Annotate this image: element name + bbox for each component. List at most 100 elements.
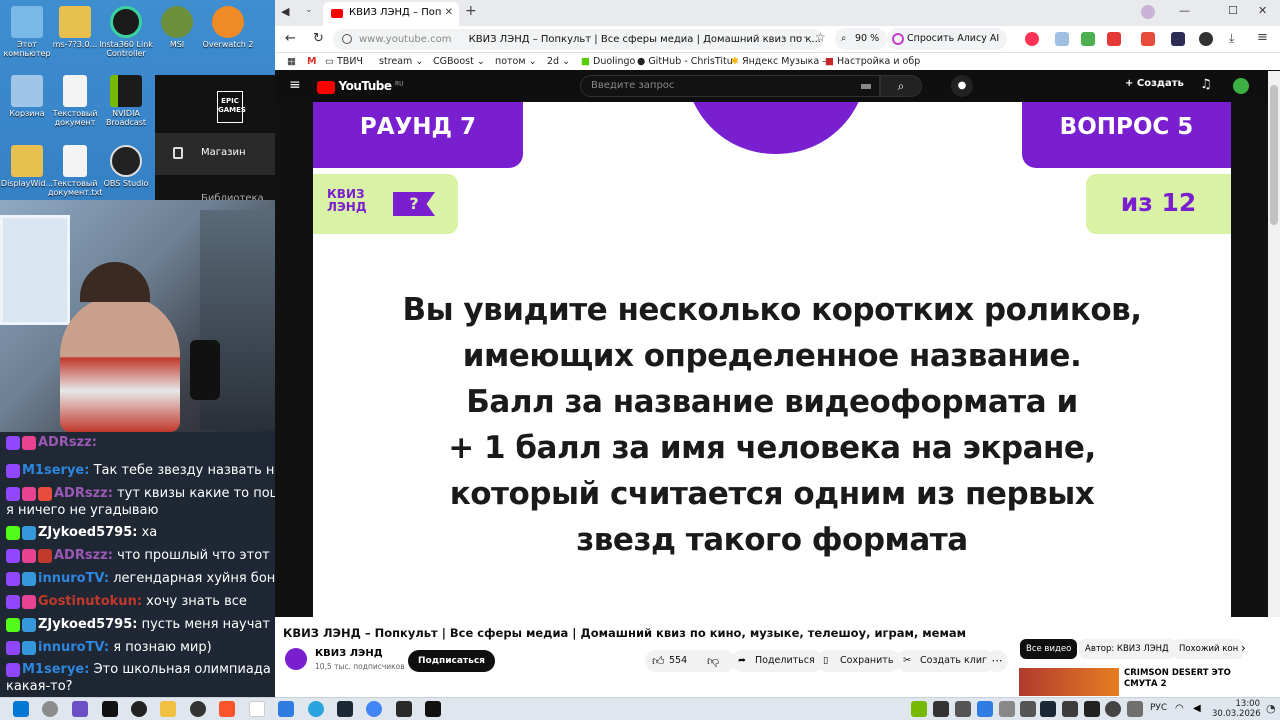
- desktop-icon-insta360[interactable]: Insta360 Link Controller: [99, 6, 153, 58]
- extension-icon[interactable]: [1055, 32, 1069, 46]
- windows-start-icon[interactable]: [13, 701, 29, 717]
- bookmark-item[interactable]: 2d ⌄: [547, 53, 570, 71]
- desktop-icon-text-doc-2[interactable]: Текстовый документ.txt: [48, 145, 102, 197]
- wifi-icon[interactable]: ◠: [1175, 703, 1184, 714]
- search-icon[interactable]: [42, 701, 58, 717]
- brave-icon[interactable]: [219, 701, 235, 717]
- profile-avatar[interactable]: [1141, 5, 1155, 19]
- nvidia-tray-icon[interactable]: [911, 701, 927, 717]
- hamburger-menu-icon[interactable]: ≡: [289, 77, 301, 93]
- menu-icon[interactable]: ≡: [1257, 30, 1268, 45]
- share-button[interactable]: ➦ Поделиться: [731, 650, 823, 672]
- tray-icon[interactable]: [1084, 701, 1100, 717]
- obs-icon[interactable]: [131, 701, 147, 717]
- chip-all-videos[interactable]: Все видео: [1020, 639, 1078, 659]
- microphone-icon[interactable]: ●: [951, 75, 973, 97]
- scrollbar-thumb[interactable]: [1270, 85, 1278, 225]
- minimize-icon[interactable]: —: [1179, 4, 1190, 17]
- save-button[interactable]: ▯ Сохранить: [816, 650, 902, 672]
- close-icon[interactable]: ✕: [440, 2, 453, 24]
- app-icon[interactable]: [72, 701, 88, 717]
- chip-author[interactable]: Автор: КВИЗ ЛЭНД: [1079, 639, 1175, 659]
- avatar[interactable]: [1233, 78, 1249, 94]
- create-button[interactable]: + Создать: [1125, 78, 1184, 89]
- desktop-icon-msi[interactable]: MSI: [150, 6, 204, 49]
- tray-icon[interactable]: [933, 701, 949, 717]
- extension-icon[interactable]: [1081, 32, 1095, 46]
- bookmark-item[interactable]: ● GitHub - ChrisTitu: [637, 53, 733, 71]
- speaker-icon[interactable]: ◀: [281, 5, 289, 18]
- desktop-icon-nvidia[interactable]: NVIDIA Broadcast: [99, 75, 153, 127]
- extension-icon[interactable]: [1171, 32, 1185, 46]
- youtube-logo[interactable]: YouTube RU: [317, 79, 404, 94]
- bluetooth-icon[interactable]: [977, 701, 993, 717]
- search-button[interactable]: ⌕: [880, 75, 922, 97]
- recommended-thumbnail[interactable]: [1019, 668, 1119, 696]
- maximize-icon[interactable]: ☐: [1228, 4, 1238, 17]
- volume-icon[interactable]: ◀: [1193, 703, 1201, 714]
- desktop-icon-displaywid[interactable]: DisplayWid...: [0, 145, 54, 188]
- app-icon[interactable]: [190, 701, 206, 717]
- desktop-icon-overwatch[interactable]: Overwatch 2: [201, 6, 255, 49]
- telegram-icon[interactable]: [308, 701, 324, 717]
- more-icon[interactable]: ⋯: [795, 30, 807, 44]
- tray-icon[interactable]: [1062, 701, 1078, 717]
- new-tab-icon[interactable]: +: [465, 3, 477, 19]
- yandex-icon[interactable]: [249, 701, 265, 717]
- tray-icon[interactable]: [1105, 701, 1121, 717]
- bookmark-grid-icon[interactable]: ▦: [287, 53, 296, 71]
- bookmark-icon[interactable]: ☆: [815, 30, 826, 44]
- bookmark-item[interactable]: ▭ ТВИЧ: [325, 53, 363, 71]
- desktop-icon-this-pc[interactable]: Этот компьютер: [0, 6, 54, 58]
- recommended-title[interactable]: CRIMSON DESERT ЭТО СМУТА 2: [1124, 668, 1264, 690]
- epic-store-item[interactable]: Магазин: [155, 133, 275, 175]
- zoom-indicator[interactable]: ⌕ 90 %: [835, 28, 888, 50]
- bell-icon[interactable]: ◔: [1266, 702, 1276, 715]
- bookmark-item[interactable]: потом ⌄: [495, 53, 537, 71]
- close-window-icon[interactable]: ✕: [1258, 4, 1267, 17]
- reload-icon[interactable]: ↻: [313, 31, 324, 46]
- video-player[interactable]: РАУНД 7 ВОПРОС 5 КВИЗ ЛЭНД ? из 12 Вы ув…: [275, 102, 1268, 617]
- extension-record-icon[interactable]: [1025, 32, 1039, 46]
- desktop-icon-recycle-bin[interactable]: Корзина: [0, 75, 54, 118]
- tab-youtube[interactable]: КВИЗ ЛЭНД – Попкі ✕: [323, 2, 459, 26]
- app-icon[interactable]: [278, 701, 294, 717]
- tray-icon[interactable]: [999, 701, 1015, 717]
- tray-icon[interactable]: [1020, 701, 1036, 717]
- shield-icon[interactable]: [1141, 32, 1155, 46]
- language-indicator[interactable]: РУС: [1150, 703, 1167, 713]
- clip-button[interactable]: ✂ Создать клип: [896, 650, 997, 672]
- chevron-right-icon[interactable]: ›: [1241, 641, 1246, 655]
- desktop-icon-folder[interactable]: ms-7?3.0...: [48, 6, 102, 49]
- site-info-icon[interactable]: [342, 34, 352, 44]
- like-button[interactable]: 👍︎ 554 👎︎: [645, 650, 735, 672]
- bell-icon[interactable]: ♫: [1200, 77, 1212, 92]
- more-actions-icon[interactable]: ⋯: [986, 650, 1008, 672]
- steam-tray-icon[interactable]: [1040, 701, 1056, 717]
- back-icon[interactable]: ←: [285, 31, 296, 46]
- channel-name[interactable]: КВИЗ ЛЭНД: [315, 648, 383, 659]
- keyboard-icon[interactable]: [861, 84, 871, 89]
- terminal-icon[interactable]: [425, 701, 441, 717]
- bookmark-item[interactable]: CGBoost ⌄: [433, 53, 485, 71]
- bookmark-item[interactable]: ■ Настройка и обр: [825, 53, 920, 71]
- extension-icon[interactable]: [1199, 32, 1213, 46]
- chrome-icon[interactable]: [366, 701, 382, 717]
- gmail-icon[interactable]: M: [307, 53, 316, 71]
- clock[interactable]: 13:00 30.03.2026: [1212, 699, 1261, 719]
- chip-related[interactable]: Похожий кон: [1173, 639, 1243, 659]
- steam-icon[interactable]: [337, 701, 353, 717]
- tray-icon[interactable]: [955, 701, 971, 717]
- folder-icon[interactable]: [160, 701, 176, 717]
- chevron-up-icon[interactable]: [1127, 701, 1143, 717]
- desktop-icon-text-doc[interactable]: Текстовый документ: [48, 75, 102, 127]
- chevron-down-icon[interactable]: ⌄: [305, 5, 313, 15]
- channel-avatar[interactable]: [285, 648, 307, 670]
- bookmark-item[interactable]: ✱ Яндекс Музыка –: [731, 53, 827, 71]
- desktop-icon-obs[interactable]: OBS Studio: [99, 145, 153, 188]
- epic-icon[interactable]: [396, 701, 412, 717]
- app-icon[interactable]: [102, 701, 118, 717]
- url-bar[interactable]: www.youtube.com КВИЗ ЛЭНД – Попкульт | В…: [333, 29, 823, 50]
- thumbs-down-icon[interactable]: 👎︎: [707, 650, 719, 672]
- downloads-icon[interactable]: ⤓: [1229, 31, 1234, 46]
